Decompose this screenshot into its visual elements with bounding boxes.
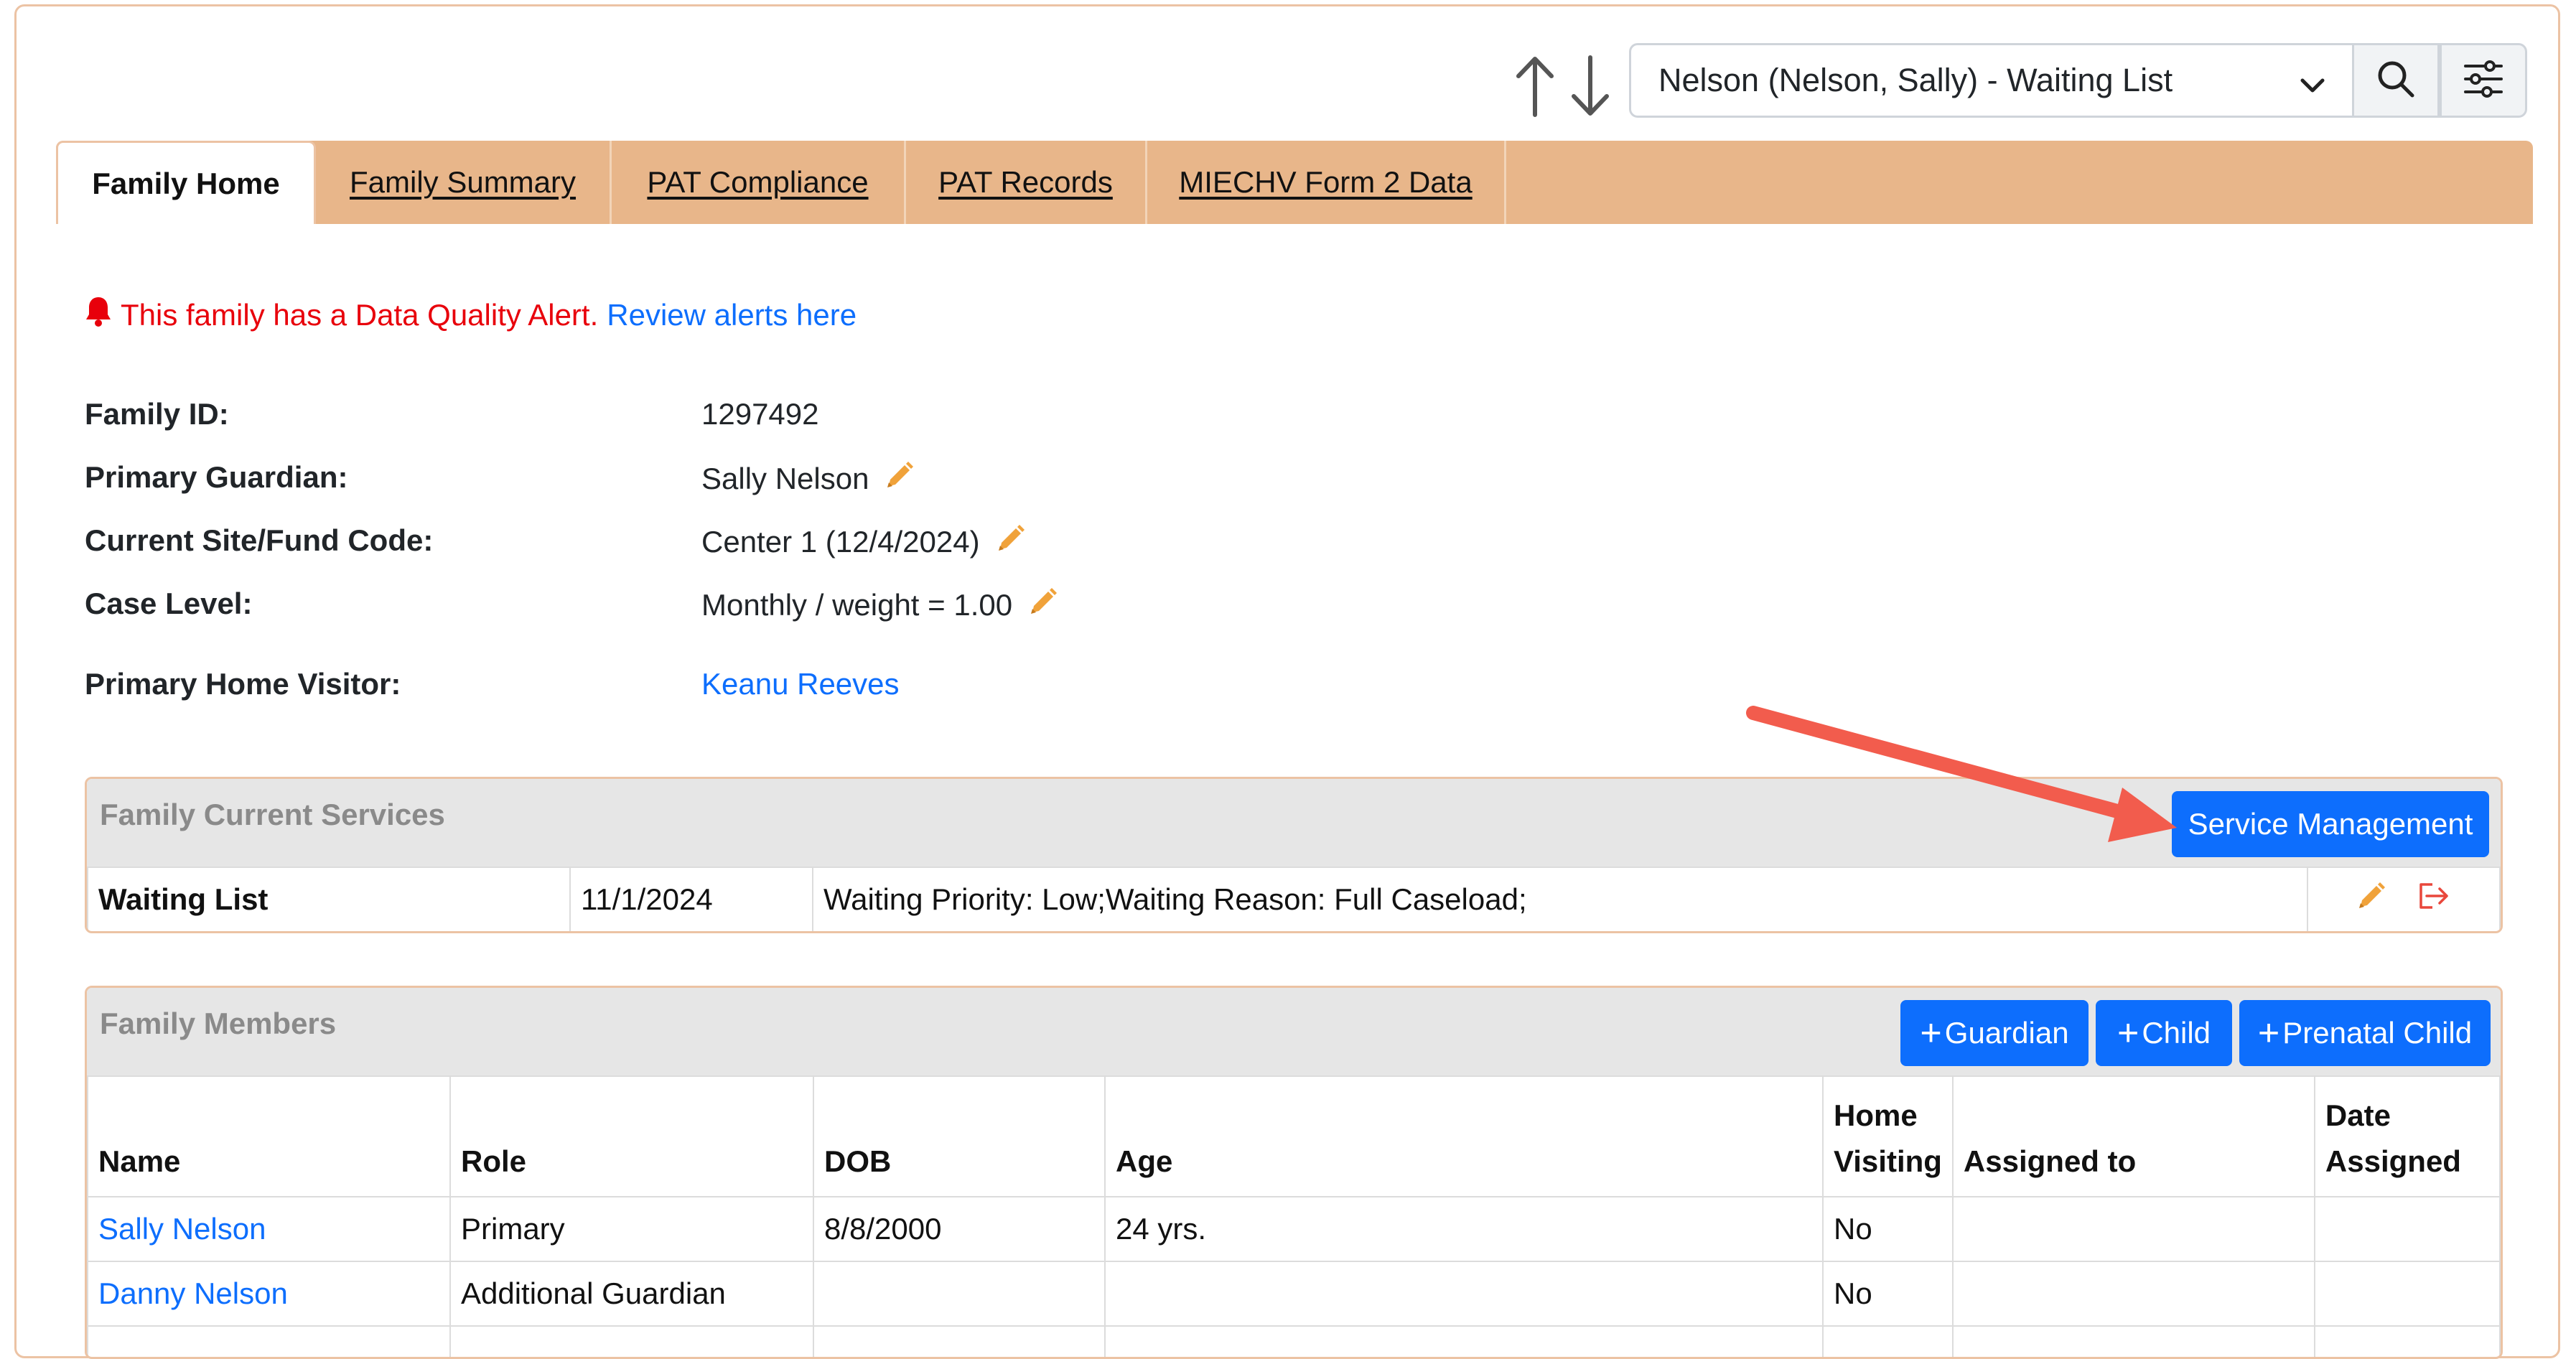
sliders-icon: [2463, 59, 2504, 103]
current-services-title: Family Current Services: [100, 798, 445, 831]
site-fund-value: Center 1 (12/4/2024): [701, 523, 1026, 561]
member-name-link[interactable]: Danny Nelson: [87, 1261, 451, 1327]
tab-family-summary[interactable]: Family Summary: [316, 141, 612, 224]
primary-guardian-value: Sally Nelson: [701, 460, 915, 498]
primary-guardian-text: Sally Nelson: [701, 462, 869, 495]
family-members-panel: Family Members + Guardian + Child + Prenata…: [85, 986, 2503, 1359]
tab-pat-compliance[interactable]: PAT Compliance: [612, 141, 906, 224]
table-row: [87, 1325, 2501, 1357]
add-guardian-button[interactable]: + Guardian: [1900, 1000, 2089, 1066]
home-visitor-link[interactable]: Keanu Reeves: [701, 667, 900, 701]
family-id-label: Family ID:: [85, 397, 229, 431]
site-fund-text: Center 1 (12/4/2024): [701, 525, 980, 559]
alert-text: This family has a Data Quality Alert.: [121, 298, 599, 332]
col-role: Role: [449, 1075, 814, 1197]
member-role: Primary: [449, 1196, 814, 1262]
tab-pat-records[interactable]: PAT Records: [906, 141, 1147, 224]
member-home-visiting: No: [1822, 1261, 1954, 1327]
arrow-down-icon[interactable]: [1565, 50, 1615, 122]
case-level-text: Monthly / weight = 1.00: [701, 588, 1013, 622]
col-home-visiting: Home Visiting: [1822, 1075, 1954, 1197]
table-row: Waiting List 11/1/2024 Waiting Priority:…: [87, 867, 2501, 931]
table-header-row: Name Role DOB Age Home Visiting Assigned …: [87, 1075, 2501, 1197]
service-details: Waiting Priority: Low;Waiting Reason: Fu…: [812, 867, 2308, 931]
members-table: Name Role DOB Age Home Visiting Assigned …: [87, 1075, 2501, 1357]
add-child-label: Child: [2142, 1016, 2211, 1050]
family-id-text: 1297492: [701, 397, 819, 431]
primary-guardian-label: Primary Guardian:: [85, 460, 348, 494]
tab-family-home[interactable]: Family Home: [56, 141, 316, 224]
plus-icon: +: [2257, 1012, 2280, 1054]
arrow-up-icon[interactable]: [1510, 50, 1560, 122]
family-members-title: Family Members: [100, 1007, 337, 1040]
search-icon: [2376, 59, 2416, 103]
col-home-visiting-line1: Home: [1834, 1098, 1918, 1132]
add-child-button[interactable]: + Child: [2096, 1000, 2232, 1066]
services-table: Waiting List 11/1/2024 Waiting Priority:…: [87, 867, 2501, 931]
member-name-link[interactable]: Sally Nelson: [87, 1196, 451, 1262]
member-role: Additional Guardian: [449, 1261, 814, 1327]
col-home-visiting-line2: Visiting: [1834, 1144, 1942, 1178]
data-quality-alert: This family has a Data Quality Alert. Re…: [85, 296, 857, 335]
edit-pencil-icon[interactable]: [1028, 587, 1058, 624]
col-age: Age: [1104, 1075, 1824, 1197]
service-actions: [2307, 867, 2501, 931]
member-date-assigned: [2313, 1196, 2501, 1262]
add-prenatal-label: Prenatal Child: [2282, 1016, 2473, 1050]
review-alerts-link[interactable]: Review alerts here: [607, 298, 857, 332]
table-row: Danny Nelson Additional Guardian No: [87, 1261, 2501, 1327]
exit-service-icon[interactable]: [2417, 882, 2451, 917]
member-assigned-to: [1951, 1196, 2315, 1262]
service-date: 11/1/2024: [569, 867, 813, 931]
col-dob: DOB: [813, 1075, 1106, 1197]
service-name: Waiting List: [87, 867, 571, 931]
search-button[interactable]: [2352, 43, 2440, 118]
member-dob: [813, 1261, 1106, 1327]
case-level-value: Monthly / weight = 1.00: [701, 587, 1058, 624]
member-date-assigned: [2313, 1261, 2501, 1327]
annotation-arrow: [1746, 706, 2177, 842]
family-select-value: Nelson (Nelson, Sally) - Waiting List: [1658, 62, 2173, 98]
family-select[interactable]: Nelson (Nelson, Sally) - Waiting List: [1629, 43, 2354, 118]
member-assigned-to: [1951, 1261, 2315, 1327]
tab-miechv-form2[interactable]: MIECHV Form 2 Data: [1147, 141, 1506, 224]
site-fund-label: Current Site/Fund Code:: [85, 523, 434, 557]
family-members-header: Family Members + Guardian + Child + Prenata…: [87, 988, 2501, 1075]
member-age: 24 yrs.: [1104, 1196, 1824, 1262]
member-dob: 8/8/2000: [813, 1196, 1106, 1262]
edit-pencil-icon[interactable]: [885, 460, 915, 498]
col-date-assigned-line1: Date: [2325, 1098, 2391, 1132]
col-date-assigned: Date Assigned: [2313, 1075, 2501, 1197]
plus-icon: +: [1920, 1012, 1942, 1054]
tab-bar: Family Home Family Summary PAT Complianc…: [56, 141, 2533, 224]
member-home-visiting: No: [1822, 1196, 1954, 1262]
family-id-value: 1297492: [701, 397, 819, 431]
col-date-assigned-line2: Assigned: [2325, 1144, 2461, 1178]
col-assigned-to: Assigned to: [1951, 1075, 2315, 1197]
plus-icon: +: [2117, 1012, 2139, 1054]
edit-pencil-icon[interactable]: [996, 523, 1026, 561]
add-prenatal-child-button[interactable]: + Prenatal Child: [2239, 1000, 2491, 1066]
member-age: [1104, 1261, 1824, 1327]
bell-icon: [85, 296, 112, 335]
service-management-button[interactable]: Service Management: [2172, 791, 2489, 857]
add-guardian-label: Guardian: [1944, 1016, 2069, 1050]
chevron-down-icon: [2298, 70, 2327, 107]
case-level-label: Case Level:: [85, 587, 253, 620]
filter-button[interactable]: [2440, 43, 2527, 118]
col-name: Name: [87, 1075, 451, 1197]
table-row: Sally Nelson Primary 8/8/2000 24 yrs. No: [87, 1196, 2501, 1262]
edit-pencil-icon[interactable]: [2356, 881, 2386, 918]
home-visitor-label: Primary Home Visitor:: [85, 667, 401, 701]
